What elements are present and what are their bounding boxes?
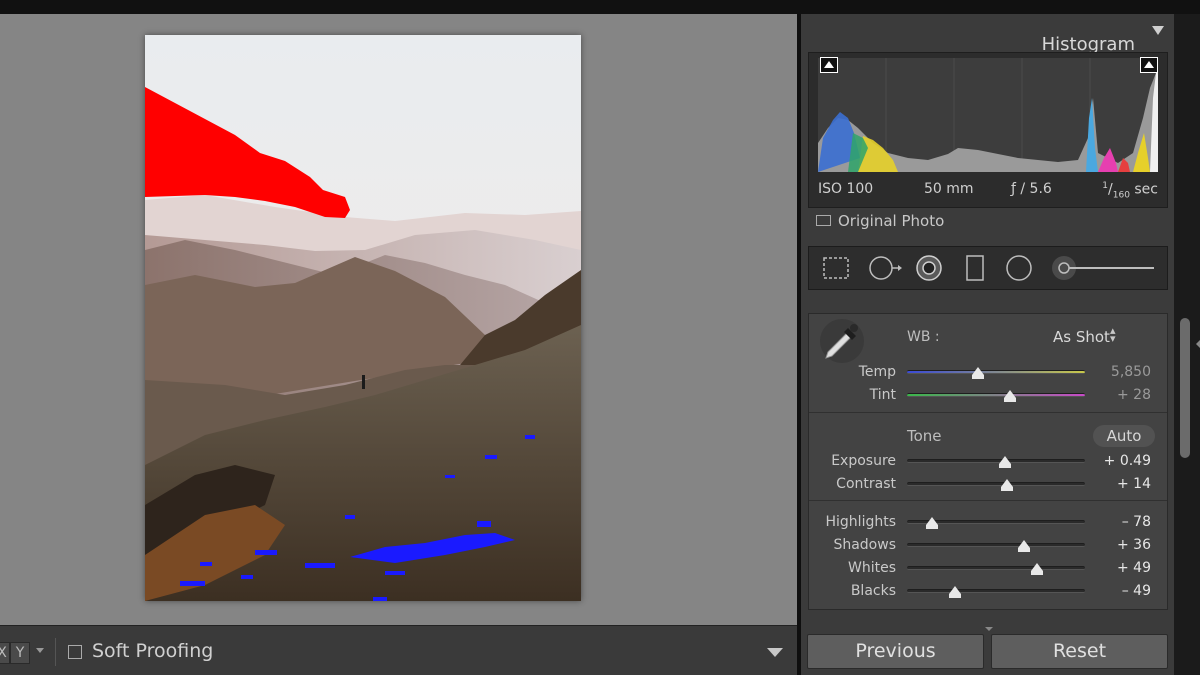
wb-preset-select[interactable]: As Shot [1053,328,1110,346]
contrast-slider-thumb[interactable] [1000,479,1013,491]
temp-slider-thumb[interactable] [972,367,985,379]
highlights-label: Highlights [825,514,897,530]
tint-slider-track[interactable] [907,393,1085,397]
contrast-value[interactable]: + 14 [1091,476,1151,492]
tint-label: Tint [869,387,896,403]
exif-shutter: 1/160 sec [1102,181,1158,201]
section-divider [809,412,1167,413]
blacks-value[interactable]: – 49 [1091,583,1151,599]
histogram-collapse-icon[interactable] [1152,26,1164,35]
soft-proofing-checkbox[interactable] [68,645,82,659]
toolbar-menu-chevron-down-icon[interactable] [767,648,783,657]
radial-filter-icon[interactable] [1004,253,1034,283]
exposure-value[interactable]: + 0.49 [1091,453,1151,469]
whites-slider-track[interactable] [907,566,1085,570]
view-mode-xy-button[interactable]: X [0,642,10,664]
contrast-label: Contrast [836,476,896,492]
auto-tone-button[interactable]: Auto [1093,425,1155,447]
soft-proofing-label: Soft Proofing [92,640,214,662]
panel-scrollbar-thumb[interactable] [1180,318,1190,458]
whites-value[interactable]: + 49 [1091,560,1151,576]
contrast-slider-track[interactable] [907,482,1085,486]
photo-image [145,35,581,601]
exposure-label: Exposure [831,453,896,469]
blacks-slider-track[interactable] [907,589,1085,593]
previous-button[interactable]: Previous [807,634,984,669]
exposure-slider-track[interactable] [907,459,1085,463]
graduated-filter-icon[interactable] [963,253,987,283]
original-photo-label: Original Photo [838,212,945,230]
temp-label: Temp [858,364,896,380]
exif-aperture: ƒ / 5.6 [1011,181,1052,197]
exif-focal-length: 50 mm [924,181,974,197]
tone-label: Tone [907,427,942,445]
view-mode-dropdown-icon[interactable] [36,648,44,653]
original-photo-checkbox[interactable] [816,215,831,226]
highlights-value[interactable]: – 78 [1091,514,1151,530]
image-canvas[interactable] [0,14,797,625]
view-mode-y-button[interactable]: Y [10,642,30,664]
tint-value[interactable]: + 28 [1091,387,1151,403]
shutter-denominator: 160 [1112,190,1130,201]
whites-slider-thumb[interactable] [1030,563,1043,575]
panel-expand-icon[interactable] [1196,340,1200,348]
whites-label: Whites [847,560,896,576]
blacks-label: Blacks [850,583,896,599]
section-divider [809,500,1167,501]
shadows-value[interactable]: + 36 [1091,537,1151,553]
highlight-clipping-toggle-icon[interactable] [1140,57,1158,73]
histogram-graph[interactable] [818,58,1158,172]
shutter-numerator: 1 [1102,181,1109,191]
adjustment-brush-icon[interactable] [1050,254,1158,282]
temp-slider-track[interactable] [907,370,1085,374]
shadow-clipping-toggle-icon[interactable] [820,57,838,73]
shadows-slider-thumb[interactable] [1018,540,1031,552]
reset-button[interactable]: Reset [991,634,1168,669]
exif-iso: ISO 100 [818,181,874,197]
lightroom-develop-window: X Y Soft Proofing Histogram ISO 100 50 m… [0,0,1200,675]
photo-preview[interactable] [145,35,581,601]
shutter-unit: sec [1129,181,1158,198]
temp-value[interactable]: 5,850 [1091,364,1151,380]
white-balance-eyedropper-icon[interactable] [818,318,866,364]
wb-label: WB : [907,329,940,345]
spot-removal-icon[interactable] [866,253,906,283]
highlights-slider-thumb[interactable] [925,517,938,529]
top-bar [0,0,1200,14]
crop-overlay-icon[interactable] [820,254,852,282]
red-eye-icon[interactable] [913,253,945,283]
exposure-slider-thumb[interactable] [998,456,1011,468]
toolbar-divider [55,638,56,666]
shadows-label: Shadows [833,537,896,553]
shadows-slider-track[interactable] [907,543,1085,547]
tint-slider-thumb[interactable] [1004,390,1017,402]
blacks-slider-thumb[interactable] [949,586,962,598]
panel-end-marker-icon [985,627,993,631]
wb-select-arrows-icon[interactable]: ▴ ▾ [1110,325,1116,344]
